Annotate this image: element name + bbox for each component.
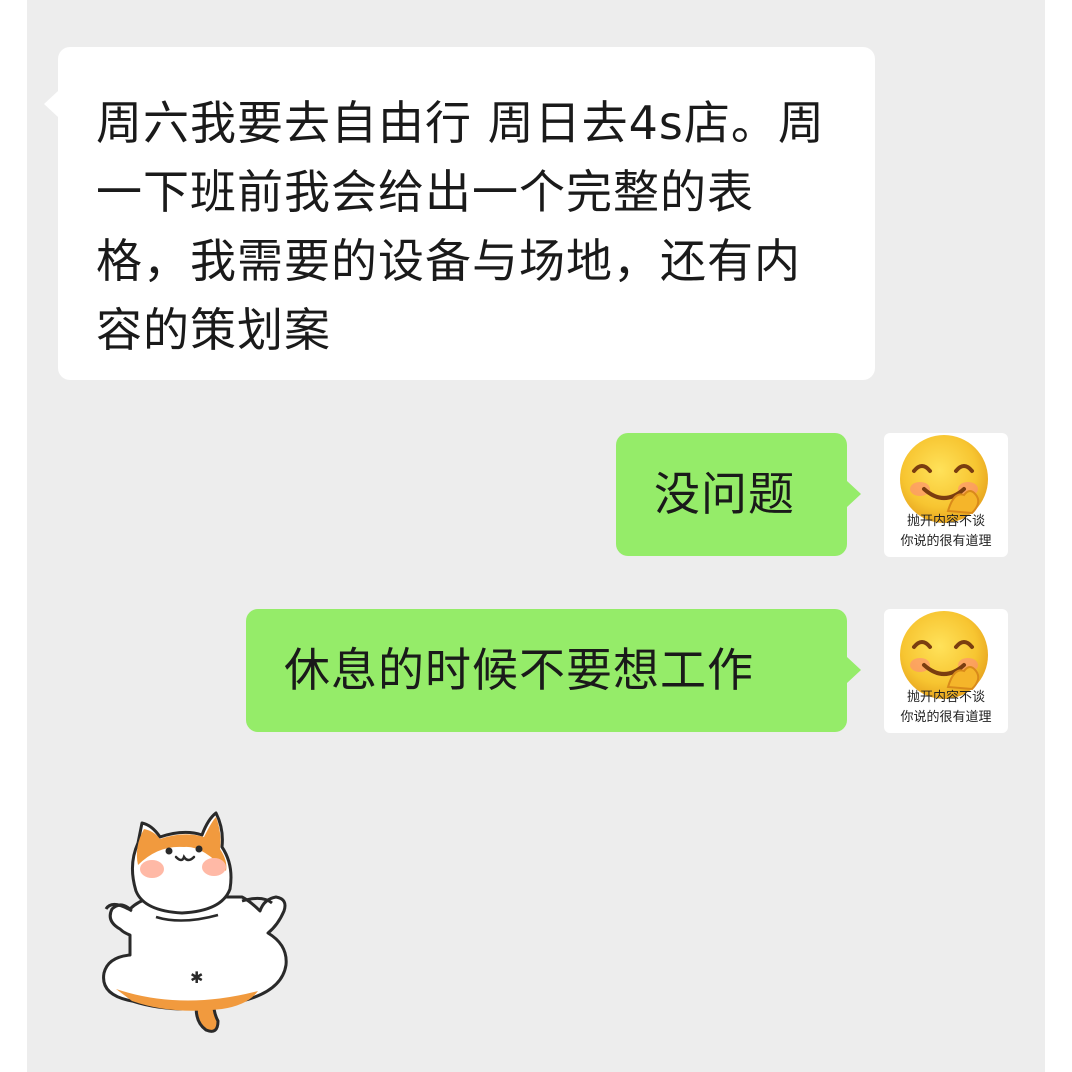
bubble-tail <box>847 481 861 507</box>
message-text: 休息的时候不要想工作 <box>284 643 754 697</box>
avatar-caption: 你说的很有道理 <box>900 534 992 549</box>
message-text: 没问题 <box>654 467 795 521</box>
message-text: 周六我要去自由行 周日去4s店。周一下班前我会给出一个完整的表格，我需要的设备与… <box>96 96 825 357</box>
message-bubble-incoming[interactable]: 周六我要去自由行 周日去4s店。周一下班前我会给出一个完整的表格，我需要的设备与… <box>44 47 875 380</box>
message-bubble-outgoing[interactable]: 休息的时候不要想工作 <box>246 609 861 732</box>
shiba-dog-icon: ✱ <box>102 811 288 1033</box>
avatar[interactable]: 抛开内容不谈 你说的很有道理 <box>884 433 1008 557</box>
shiba-dog-sticker[interactable]: ✱ <box>72 805 312 1045</box>
avatar-caption: 抛开内容不谈 <box>906 514 985 529</box>
bubble-tail <box>44 91 58 117</box>
message-bubble-outgoing[interactable]: 没问题 <box>616 433 861 556</box>
avatar-caption: 抛开内容不谈 <box>906 690 985 705</box>
svg-text:✱: ✱ <box>190 968 203 987</box>
avatar[interactable]: 抛开内容不谈 你说的很有道理 <box>884 609 1008 733</box>
bubble-tail <box>847 657 861 683</box>
avatar-caption: 你说的很有道理 <box>900 710 992 725</box>
